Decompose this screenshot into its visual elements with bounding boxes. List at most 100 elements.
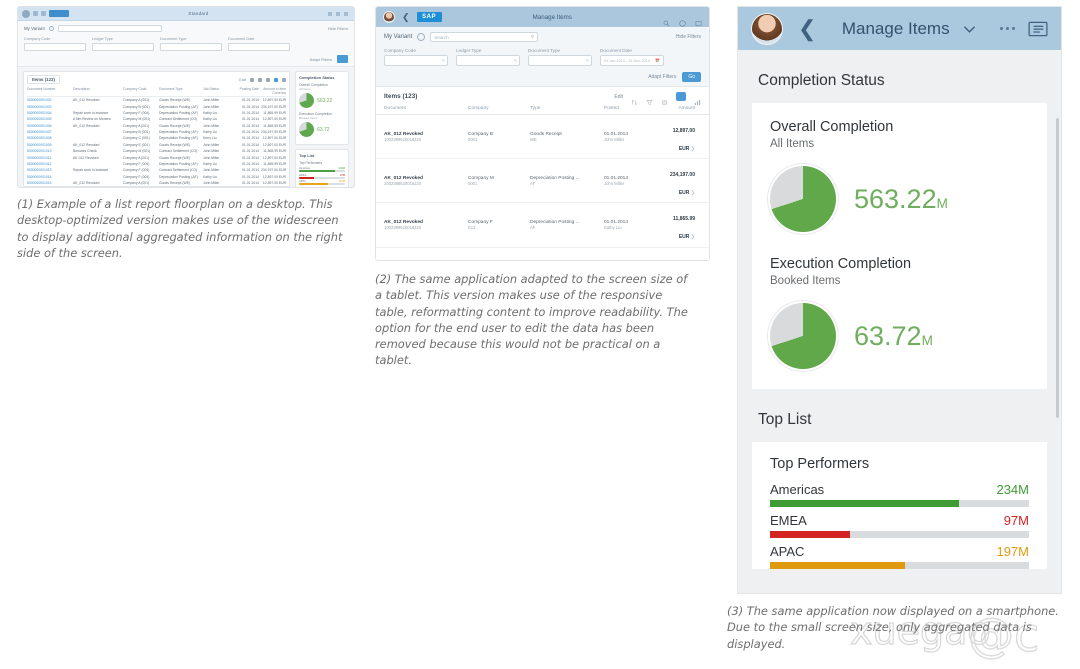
filter-field-company-code[interactable]: Company Code ✎ <box>384 48 448 66</box>
table-cell[interactable]: 5000000001015 <box>27 181 71 185</box>
bar-label: Americas <box>299 186 310 188</box>
menu-icon[interactable] <box>695 14 702 26</box>
filter-input[interactable]: ✎ <box>528 55 592 66</box>
calendar-icon[interactable]: 📅 <box>655 58 660 63</box>
filter-input[interactable] <box>24 43 86 51</box>
sort-icon[interactable] <box>631 93 638 105</box>
back-icon[interactable] <box>41 11 46 16</box>
settings-gear-icon[interactable] <box>661 93 668 106</box>
value-number: 63.72 <box>854 320 922 351</box>
home-icon[interactable] <box>33 11 38 16</box>
phone-scroll-area[interactable]: Completion Status Overall Completion All… <box>738 50 1061 593</box>
table-row[interactable]: 5000000001016Bonuses CheckCompany M (001… <box>27 186 286 188</box>
search-input[interactable] <box>57 25 162 32</box>
filter-field-document-type[interactable]: Document Type ✎ <box>528 48 592 66</box>
table-cell[interactable]: 5000000001002 <box>27 98 71 102</box>
variant-label[interactable]: My Variant <box>24 26 45 31</box>
filter-field-document-date[interactable]: Document Date <box>228 37 290 51</box>
table-view-icon[interactable] <box>676 92 686 101</box>
table-toolbar[interactable]: Edit <box>239 77 287 82</box>
window-controls[interactable] <box>328 11 348 16</box>
list-view-icon[interactable] <box>1028 21 1048 37</box>
hide-filters-link[interactable]: Hide Filters <box>328 26 348 31</box>
card-title: Top List <box>299 153 315 158</box>
posted-user: John Miller <box>604 136 625 142</box>
table-cell[interactable]: 5000000001007 <box>27 130 71 134</box>
filter-field-document-date[interactable]: Document Date 01.Jan.2014 - 31.Dec.2014 … <box>600 48 664 66</box>
overflow-menu-icon[interactable] <box>1000 27 1015 30</box>
search-icon[interactable] <box>663 14 670 26</box>
go-button[interactable] <box>337 55 348 63</box>
filter-field-ledger-type[interactable]: Ledger Type <box>92 37 154 51</box>
bar-item[interactable]: Americas 234M <box>770 482 1029 507</box>
filter-input[interactable]: ✎ <box>456 55 520 66</box>
settings-gear-icon[interactable] <box>266 77 271 82</box>
back-icon[interactable]: ❮ <box>798 17 816 40</box>
table-cell[interactable]: 5000000001010 <box>27 149 71 153</box>
search-input[interactable]: Search ⚲ <box>430 32 539 42</box>
filter-field-document-type[interactable]: Document Type <box>160 37 222 51</box>
scrollbar[interactable] <box>1056 118 1059 418</box>
filter-icon[interactable] <box>646 93 653 106</box>
chart-view-icon[interactable] <box>282 77 287 82</box>
table-cell[interactable]: 5000000001004 <box>27 111 71 115</box>
table-cell: Bonuses Check <box>73 187 121 188</box>
tablet-header-actions[interactable] <box>663 14 702 27</box>
sort-icon[interactable] <box>250 77 255 82</box>
filter-input[interactable] <box>160 43 222 51</box>
table-cell: John Miller <box>203 142 220 147</box>
table-cell[interactable]: 5000000001009 <box>27 143 71 147</box>
edit-button[interactable]: Edit <box>239 77 246 82</box>
adapt-filters-link[interactable]: Adapt Filters <box>648 74 676 80</box>
table-cell[interactable]: 5000000001008 <box>27 136 71 140</box>
navigation-chevron-icon[interactable]: ❯ <box>689 234 695 240</box>
filter-input[interactable]: ✎ <box>384 55 448 66</box>
close-icon[interactable] <box>344 11 348 16</box>
table-row[interactable]: AK_012 Revoked 1002398620018J20 Company B0… <box>376 115 709 160</box>
adapt-filters-link[interactable]: Adapt Filters <box>310 57 332 62</box>
edit-button[interactable]: Edit <box>614 94 623 100</box>
type-cell: Depreciation Posting ... AF <box>530 176 604 186</box>
overall-completion-kpi[interactable]: 563.22M <box>770 166 1029 232</box>
table-cell: John Miller <box>203 104 220 109</box>
help-icon[interactable] <box>679 14 686 27</box>
bar-item[interactable]: APAC 197M <box>770 544 1029 569</box>
table-cell[interactable]: 5000000001011 <box>27 156 71 160</box>
date-input[interactable]: 01.Jan.2014 - 31.Dec.2014 📅 <box>600 55 664 66</box>
table-row[interactable]: A_045 Revoked...1002398620018J20Company … <box>376 248 709 260</box>
navigation-chevron-icon[interactable]: ❯ <box>689 190 695 196</box>
table-cell[interactable]: 5000000001005 <box>27 117 71 121</box>
table-cell[interactable]: 5000000001012 <box>27 162 71 166</box>
avatar-icon[interactable] <box>22 9 30 18</box>
variant-label[interactable]: My Variant <box>384 34 412 40</box>
chevron-down-icon[interactable] <box>962 22 975 35</box>
pie-chart-icon <box>770 303 836 369</box>
filter-field-ledger-type[interactable]: Ledger Type ✎ <box>456 48 520 66</box>
table-cell[interactable]: 5000000001014 <box>27 175 71 179</box>
filter-field-company-code[interactable]: Company Code <box>24 37 86 51</box>
avatar[interactable] <box>751 12 783 45</box>
chevron-down-icon[interactable] <box>417 33 426 41</box>
date-input[interactable] <box>228 43 290 51</box>
avatar[interactable] <box>383 11 395 23</box>
filter-icon[interactable] <box>258 77 263 82</box>
bar-item[interactable]: EMEA 97M <box>770 513 1029 538</box>
filter-input[interactable] <box>92 43 154 51</box>
go-button[interactable]: Go <box>682 72 701 82</box>
execution-completion-kpi[interactable]: 63.72M <box>770 303 1029 369</box>
company-cell: Company F K13 <box>468 220 530 230</box>
maximize-icon[interactable] <box>336 11 340 16</box>
minimize-icon[interactable] <box>328 11 332 16</box>
chevron-down-icon[interactable] <box>48 26 54 31</box>
chart-view-icon[interactable] <box>694 93 701 106</box>
hide-filters-link[interactable]: Hide Filters <box>676 34 701 40</box>
back-icon[interactable]: ❮ <box>402 12 410 22</box>
table-row[interactable]: AK_012 Revoked 1002398620018J20 Company FK… <box>376 203 709 248</box>
table-cell[interactable]: 5000000001013 <box>27 168 71 172</box>
table-cell[interactable]: 5000000001016 <box>27 187 71 188</box>
navigation-chevron-icon[interactable]: ❯ <box>689 146 695 152</box>
table-cell[interactable]: 5000000001006 <box>27 124 71 128</box>
table-cell[interactable]: 5000000001003 <box>27 105 71 109</box>
table-row[interactable]: AK_012 Revoked 1002398620018J20 Company M0… <box>376 159 709 204</box>
table-view-icon[interactable] <box>274 77 279 82</box>
